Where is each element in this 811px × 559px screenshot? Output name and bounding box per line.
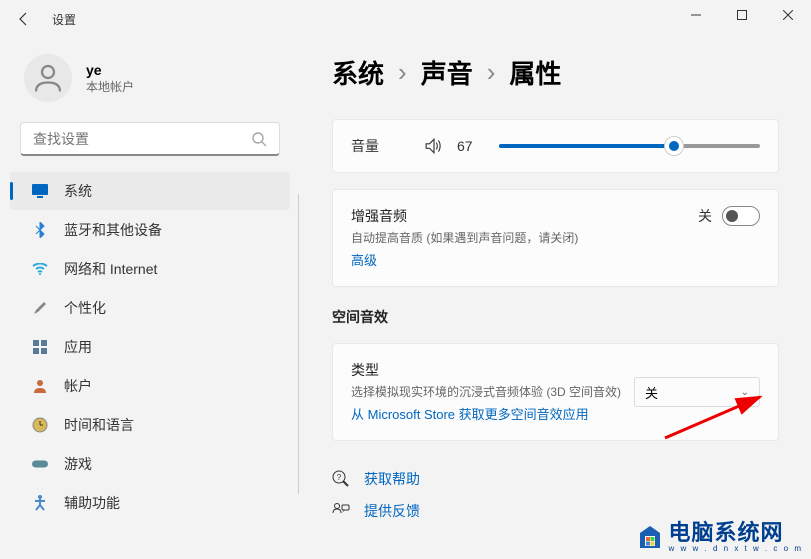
speaker-icon[interactable] xyxy=(425,137,443,155)
nav-label: 蓝牙和其他设备 xyxy=(64,220,162,240)
sidebar-item-network[interactable]: 网络和 Internet xyxy=(10,250,290,288)
nav-label: 系统 xyxy=(64,181,92,201)
chevron-down-icon: ⌄ xyxy=(741,387,749,398)
volume-card: 音量 67 xyxy=(332,119,779,173)
nav-label: 时间和语言 xyxy=(64,415,134,435)
gaming-icon xyxy=(32,456,48,472)
accounts-icon xyxy=(32,378,48,394)
nav-label: 游戏 xyxy=(64,454,92,474)
watermark-text: 电脑系统网 xyxy=(669,522,803,544)
divider xyxy=(298,194,299,494)
main-content: 系统 › 声音 › 属性 音量 67 增强音频 自动提高音质 xyxy=(300,38,811,559)
spatial-card: 类型 选择模拟现实环境的沉浸式音频体验 (3D 空间音效) 从 Microsof… xyxy=(332,343,779,441)
chevron-right-icon: › xyxy=(398,57,407,88)
help-text: 获取帮助 xyxy=(364,469,420,489)
nav-list: 系统 蓝牙和其他设备 网络和 Internet 个性化 应用 帐户 xyxy=(4,172,296,522)
enhance-title: 增强音频 xyxy=(351,206,578,226)
nav-label: 网络和 Internet xyxy=(64,259,157,279)
maximize-icon xyxy=(737,10,747,20)
get-help-link[interactable]: ? 获取帮助 xyxy=(332,463,779,495)
advanced-link[interactable]: 高级 xyxy=(351,253,377,268)
sidebar: ye 本地帐户 系统 蓝牙和其他设备 网络和 Internet xyxy=(0,38,300,559)
app-title: 设置 xyxy=(52,11,76,28)
user-block[interactable]: ye 本地帐户 xyxy=(4,46,296,122)
store-link[interactable]: 从 Microsoft Store 获取更多空间音效应用 xyxy=(351,407,589,422)
avatar xyxy=(24,54,72,102)
spatial-heading: 空间音效 xyxy=(332,307,779,327)
volume-value: 67 xyxy=(457,138,485,154)
nav-label: 辅助功能 xyxy=(64,493,120,513)
watermark: 电脑系统网 w w w . d n x t w . c o m xyxy=(636,522,803,553)
watermark-url: w w w . d n x t w . c o m xyxy=(669,544,803,553)
person-icon xyxy=(30,60,66,96)
nav-label: 应用 xyxy=(64,337,92,357)
spatial-type-select[interactable]: 关 ⌄ xyxy=(634,377,760,407)
breadcrumb: 系统 › 声音 › 属性 xyxy=(332,54,779,103)
spatial-type-label: 类型 xyxy=(351,360,621,380)
sidebar-item-accounts[interactable]: 帐户 xyxy=(10,367,290,405)
sidebar-item-bluetooth[interactable]: 蓝牙和其他设备 xyxy=(10,211,290,249)
search-icon xyxy=(251,131,267,147)
breadcrumb-properties: 属性 xyxy=(509,54,561,91)
breadcrumb-system[interactable]: 系统 xyxy=(332,54,384,91)
sidebar-item-personalize[interactable]: 个性化 xyxy=(10,289,290,327)
volume-slider[interactable] xyxy=(499,144,760,148)
minimize-button[interactable] xyxy=(673,0,719,30)
apps-icon xyxy=(32,339,48,355)
help-icon: ? xyxy=(332,470,350,488)
breadcrumb-sound[interactable]: 声音 xyxy=(421,54,473,91)
enhance-toggle[interactable] xyxy=(722,206,760,226)
nav-label: 个性化 xyxy=(64,298,106,318)
user-subtitle: 本地帐户 xyxy=(86,78,134,95)
toggle-state-label: 关 xyxy=(698,206,712,226)
accessibility-icon xyxy=(32,495,48,511)
user-name: ye xyxy=(86,62,134,78)
feedback-icon xyxy=(332,502,350,520)
sidebar-item-system[interactable]: 系统 xyxy=(10,172,290,210)
select-value: 关 xyxy=(645,383,658,402)
watermark-logo-icon xyxy=(636,524,664,552)
search-input[interactable] xyxy=(33,131,251,147)
minimize-icon xyxy=(691,10,701,20)
bluetooth-icon xyxy=(32,222,48,238)
volume-label: 音量 xyxy=(351,136,411,156)
wifi-icon xyxy=(32,261,48,277)
search-box[interactable] xyxy=(20,122,280,156)
system-icon xyxy=(32,183,48,199)
nav-label: 帐户 xyxy=(64,376,92,396)
enhance-subtitle: 自动提高音质 (如果遇到声音问题，请关闭) xyxy=(351,229,578,246)
sidebar-item-time[interactable]: 时间和语言 xyxy=(10,406,290,444)
maximize-button[interactable] xyxy=(719,0,765,30)
close-icon xyxy=(783,10,793,20)
spatial-type-sub: 选择模拟现实环境的沉浸式音频体验 (3D 空间音效) xyxy=(351,383,621,400)
chevron-right-icon: › xyxy=(487,57,496,88)
sidebar-item-gaming[interactable]: 游戏 xyxy=(10,445,290,483)
sidebar-item-apps[interactable]: 应用 xyxy=(10,328,290,366)
back-button[interactable] xyxy=(8,3,40,35)
feedback-text: 提供反馈 xyxy=(364,501,420,521)
arrow-left-icon xyxy=(16,11,32,27)
paintbrush-icon xyxy=(32,300,48,316)
slider-thumb[interactable] xyxy=(665,137,683,155)
clock-icon xyxy=(32,417,48,433)
enhance-card: 增强音频 自动提高音质 (如果遇到声音问题，请关闭) 高级 关 xyxy=(332,189,779,287)
sidebar-item-accessibility[interactable]: 辅助功能 xyxy=(10,484,290,522)
svg-text:?: ? xyxy=(337,473,342,482)
close-button[interactable] xyxy=(765,0,811,30)
